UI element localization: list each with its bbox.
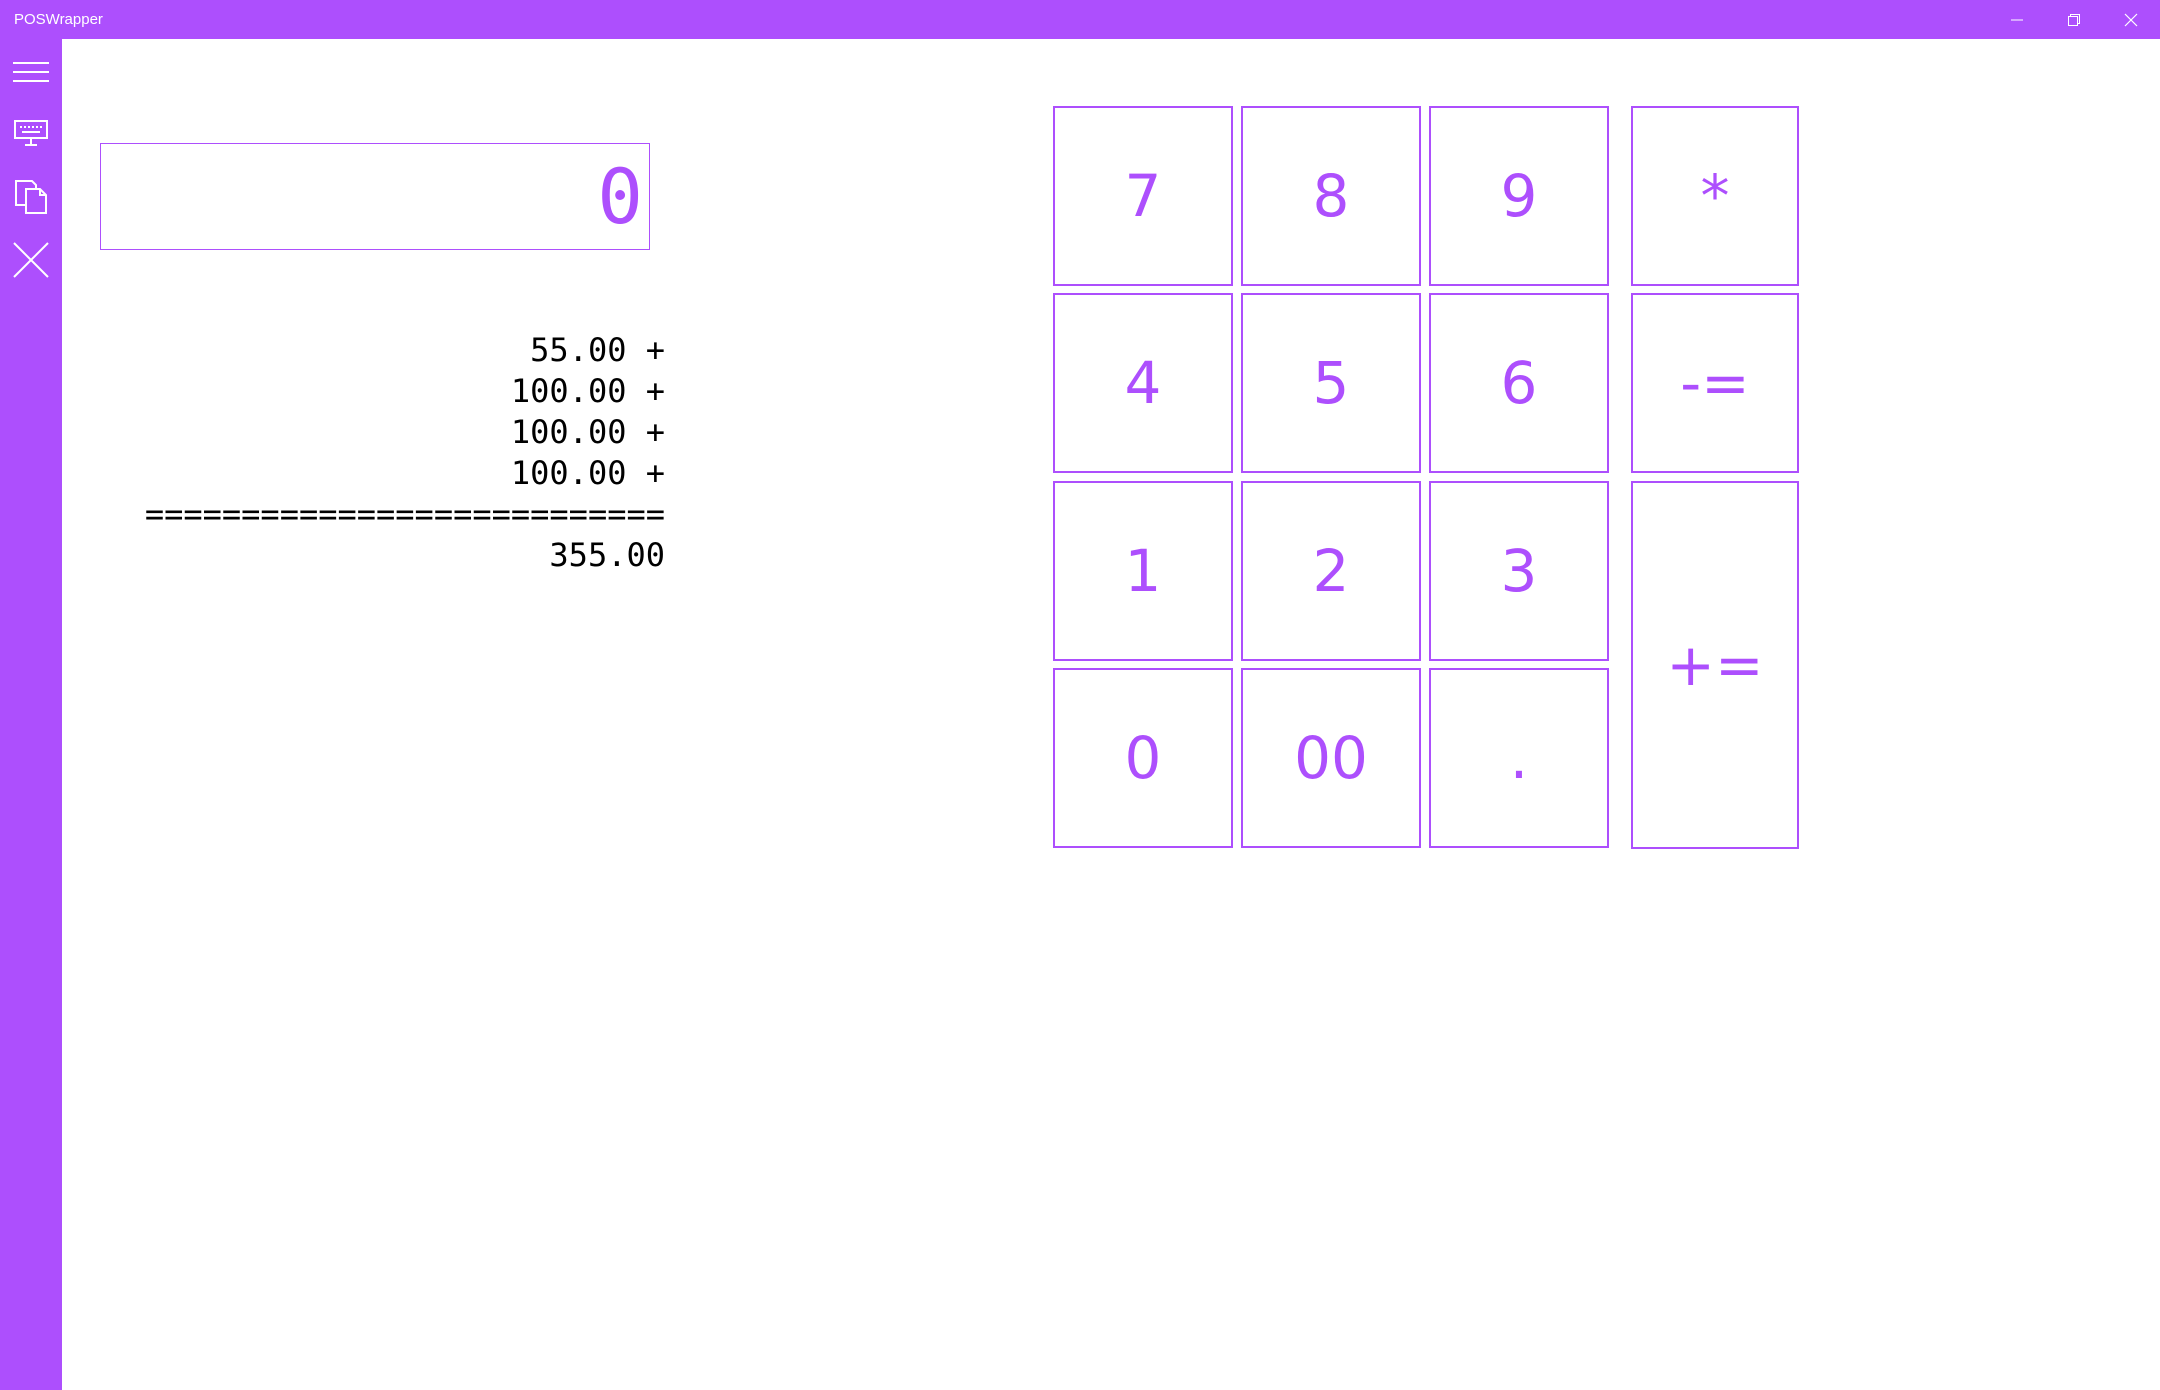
tape-line: 55.00 + (530, 331, 665, 369)
key-subtract-equals[interactable]: -= (1631, 293, 1799, 473)
key-decimal[interactable]: . (1429, 668, 1609, 848)
key-3[interactable]: 3 (1429, 481, 1609, 661)
sidebar-copy-button[interactable] (0, 169, 62, 225)
restore-icon (2067, 13, 2081, 27)
key-add-equals[interactable]: += (1631, 481, 1799, 849)
key-9[interactable]: 9 (1429, 106, 1609, 286)
display-field[interactable]: 0 (100, 143, 650, 250)
key-0[interactable]: 0 (1053, 668, 1233, 848)
key-1[interactable]: 1 (1053, 481, 1233, 661)
key-7[interactable]: 7 (1053, 106, 1233, 286)
key-6[interactable]: 6 (1429, 293, 1609, 473)
copy-icon (14, 179, 48, 215)
tape-line: 100.00 + (510, 413, 665, 451)
key-4[interactable]: 4 (1053, 293, 1233, 473)
key-2[interactable]: 2 (1241, 481, 1421, 661)
keyboard-icon (13, 118, 49, 148)
key-8[interactable]: 8 (1241, 106, 1421, 286)
title-bar: POSWrapper (0, 0, 2160, 39)
minimize-icon (2010, 13, 2024, 27)
sidebar-close-button[interactable] (0, 232, 62, 288)
display-value: 0 (597, 151, 643, 241)
sidebar-keyboard-button[interactable] (0, 105, 62, 161)
calculation-tape: 55.00 + 100.00 + 100.00 + 100.00 + =====… (110, 330, 665, 576)
key-5[interactable]: 5 (1241, 293, 1421, 473)
restore-button[interactable] (2046, 0, 2102, 39)
key-multiply[interactable]: * (1631, 106, 1799, 286)
tape-total: 355.00 (549, 536, 665, 574)
app-title: POSWrapper (14, 11, 103, 28)
tape-line: 100.00 + (510, 372, 665, 410)
tape-line: 100.00 + (510, 454, 665, 492)
hamburger-menu-icon (12, 60, 50, 84)
close-window-button[interactable] (2103, 0, 2159, 39)
minimize-button[interactable] (1989, 0, 2045, 39)
tape-separator: =========================== (144, 495, 665, 533)
close-icon (12, 241, 50, 279)
sidebar (0, 39, 62, 1390)
key-00[interactable]: 00 (1241, 668, 1421, 848)
sidebar-menu-button[interactable] (0, 44, 62, 100)
close-icon (2124, 13, 2138, 27)
